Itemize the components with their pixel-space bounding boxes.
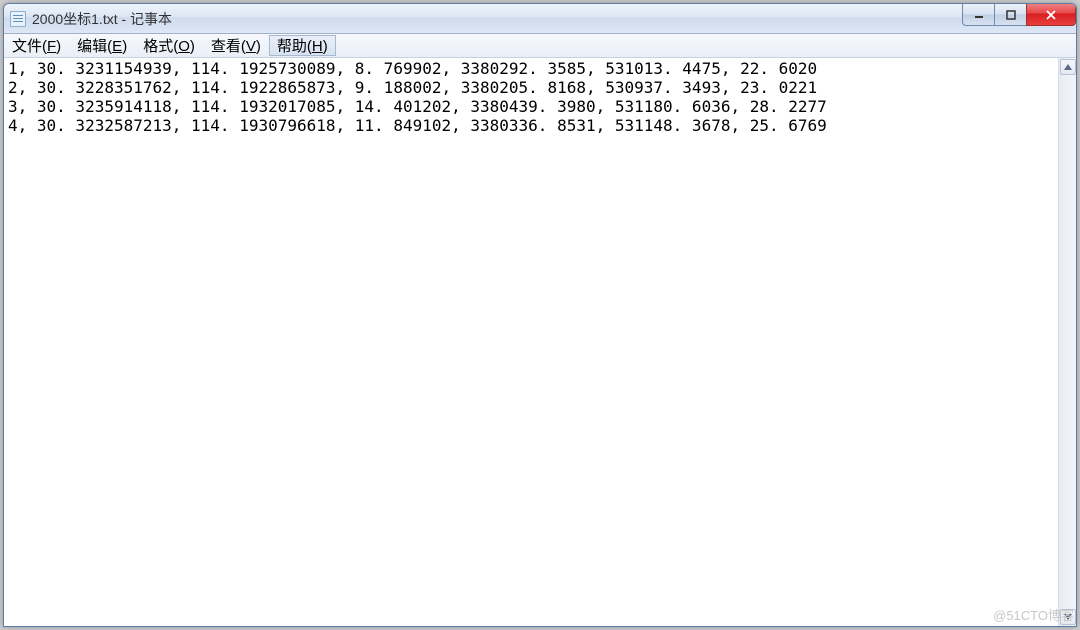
menu-edit[interactable]: 编辑(E) bbox=[69, 34, 135, 57]
menubar: 文件(F) 编辑(E) 格式(O) 查看(V) 帮助(H) bbox=[4, 34, 1076, 58]
menu-format[interactable]: 格式(O) bbox=[135, 34, 203, 57]
window-title: 2000坐标1.txt - 记事本 bbox=[32, 9, 172, 29]
text-area[interactable]: 1, 30. 3231154939, 114. 1925730089, 8. 7… bbox=[4, 58, 1058, 626]
vertical-scrollbar[interactable] bbox=[1058, 58, 1076, 626]
menu-help[interactable]: 帮助(H) bbox=[269, 35, 336, 56]
notepad-icon bbox=[10, 11, 26, 27]
content-wrapper: 1, 30. 3231154939, 114. 1925730089, 8. 7… bbox=[4, 58, 1076, 626]
maximize-button[interactable] bbox=[994, 4, 1026, 26]
minimize-button[interactable] bbox=[962, 4, 994, 26]
close-button[interactable] bbox=[1026, 4, 1076, 26]
menu-file[interactable]: 文件(F) bbox=[4, 34, 69, 57]
menu-view[interactable]: 查看(V) bbox=[203, 34, 269, 57]
scroll-down-button[interactable] bbox=[1060, 609, 1076, 625]
titlebar[interactable]: 2000坐标1.txt - 记事本 bbox=[4, 4, 1076, 34]
notepad-window: 2000坐标1.txt - 记事本 文件(F) 编辑(E) 格式(O) 查看(V… bbox=[3, 3, 1077, 627]
scroll-up-button[interactable] bbox=[1060, 59, 1076, 75]
window-controls bbox=[962, 4, 1076, 26]
